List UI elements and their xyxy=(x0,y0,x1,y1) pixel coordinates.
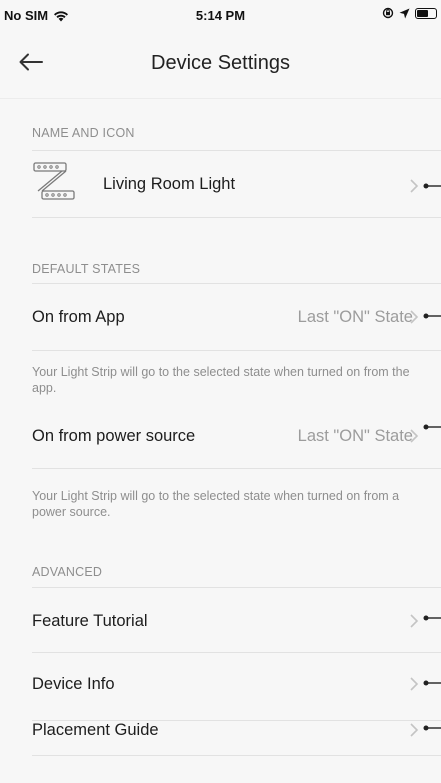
placement-guide-row[interactable]: Placement Guide xyxy=(32,721,441,755)
chevron-right-icon xyxy=(410,429,419,443)
drag-handle-icon xyxy=(423,183,441,189)
on-from-power-row[interactable]: On from power source Last "ON" State xyxy=(32,408,441,468)
section-header-default-states: DEFAULT STATES xyxy=(32,262,141,276)
chevron-right-icon xyxy=(410,723,419,737)
section-header-name-and-icon: NAME AND ICON xyxy=(32,126,135,140)
chevron-right-icon xyxy=(410,310,419,324)
drag-handle-icon xyxy=(423,313,441,319)
location-icon xyxy=(399,8,410,18)
feature-tutorial-label: Feature Tutorial xyxy=(32,612,148,630)
device-name: Living Room Light xyxy=(103,175,236,193)
divider xyxy=(32,468,441,469)
status-bar: No SIM 5:14 PM xyxy=(0,0,441,30)
section-header-advanced: ADVANCED xyxy=(32,565,103,579)
on-from-power-value: Last "ON" State xyxy=(297,427,413,445)
page-title: Device Settings xyxy=(151,52,290,74)
drag-handle-icon xyxy=(423,615,441,621)
on-from-power-help: Your Light Strip will go to the selected… xyxy=(32,489,400,519)
placement-guide-label: Placement Guide xyxy=(32,721,159,739)
light-strip-icon xyxy=(33,162,75,200)
on-from-app-value: Last "ON" State xyxy=(297,308,413,326)
battery-icon xyxy=(415,7,437,19)
drag-handle-icon xyxy=(423,725,441,731)
on-from-app-help: Your Light Strip will go to the selected… xyxy=(32,365,410,395)
orientation-lock-icon xyxy=(382,7,394,19)
on-from-app-label: On from App xyxy=(32,308,125,326)
status-time: 5:14 PM xyxy=(195,8,246,23)
divider xyxy=(32,755,441,756)
feature-tutorial-row[interactable]: Feature Tutorial xyxy=(32,588,441,652)
device-info-row[interactable]: Device Info xyxy=(32,653,441,719)
chevron-right-icon xyxy=(410,614,419,628)
nav-divider xyxy=(0,98,441,99)
drag-handle-icon xyxy=(423,424,441,430)
on-from-power-label: On from power source xyxy=(32,427,196,445)
status-right xyxy=(382,7,437,19)
divider xyxy=(32,217,441,218)
chevron-right-icon xyxy=(410,677,419,691)
chevron-right-icon xyxy=(410,179,419,193)
drag-handle-icon xyxy=(423,680,441,686)
on-from-app-row[interactable]: On from App Last "ON" State xyxy=(32,284,441,350)
device-info-label: Device Info xyxy=(32,675,115,693)
device-name-row[interactable]: Living Room Light xyxy=(32,151,441,217)
nav-bar: Device Settings xyxy=(0,30,441,96)
divider xyxy=(32,350,441,351)
